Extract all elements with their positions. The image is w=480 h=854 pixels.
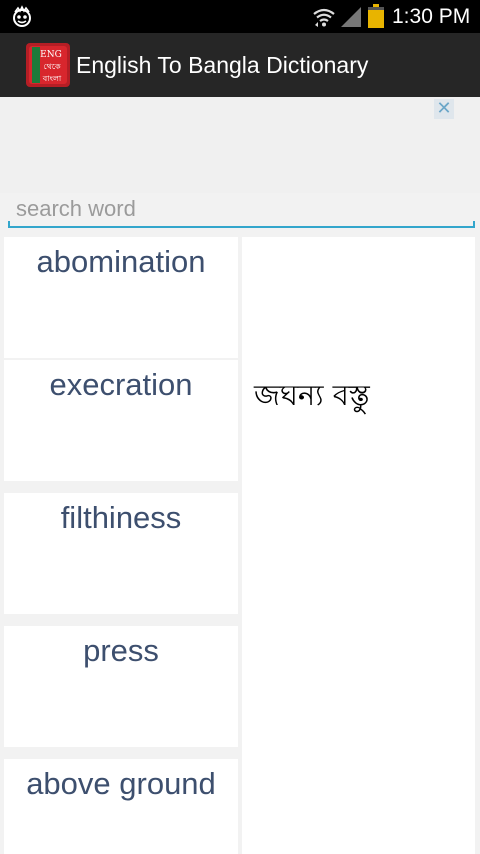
notification-app-icon bbox=[13, 5, 31, 27]
word-label: abomination bbox=[36, 244, 206, 279]
action-bar: ENG থেকে বাংলা English To Bangla Diction… bbox=[0, 33, 480, 97]
word-label: above ground bbox=[26, 766, 216, 801]
app-icon-text-mid: থেকে bbox=[43, 62, 61, 71]
list-item[interactable]: press bbox=[4, 626, 238, 747]
ad-banner[interactable]: ✕ bbox=[0, 97, 480, 193]
search-field bbox=[8, 193, 475, 231]
word-list[interactable]: abomination execration filthiness press … bbox=[4, 237, 238, 854]
status-time: 1:30 PM bbox=[392, 5, 471, 28]
search-input[interactable] bbox=[8, 193, 475, 225]
meaning-text: জঘন্য বস্তু bbox=[254, 378, 370, 412]
list-item[interactable]: execration bbox=[4, 360, 238, 481]
signal-icon bbox=[341, 7, 361, 27]
list-item[interactable]: filthiness bbox=[4, 493, 238, 614]
ad-close-icon[interactable]: ✕ bbox=[434, 99, 454, 119]
battery-icon bbox=[368, 4, 384, 28]
app-logo-icon[interactable]: ENG থেকে বাংলা bbox=[26, 43, 70, 87]
word-label: filthiness bbox=[60, 500, 182, 535]
meaning-panel: জঘন্য বস্তু bbox=[242, 237, 475, 854]
search-underline bbox=[8, 221, 475, 228]
status-bar: 1:30 PM bbox=[0, 0, 480, 33]
wifi-icon bbox=[313, 8, 335, 27]
list-item[interactable]: above ground bbox=[4, 759, 238, 854]
app-title: English To Bangla Dictionary bbox=[76, 52, 369, 78]
list-item[interactable]: abomination bbox=[4, 237, 238, 358]
app-icon-text-top: ENG bbox=[40, 50, 62, 60]
word-label: press bbox=[83, 633, 159, 668]
app-icon-text-bottom: বাংলা bbox=[42, 74, 62, 83]
word-label: execration bbox=[49, 367, 193, 402]
